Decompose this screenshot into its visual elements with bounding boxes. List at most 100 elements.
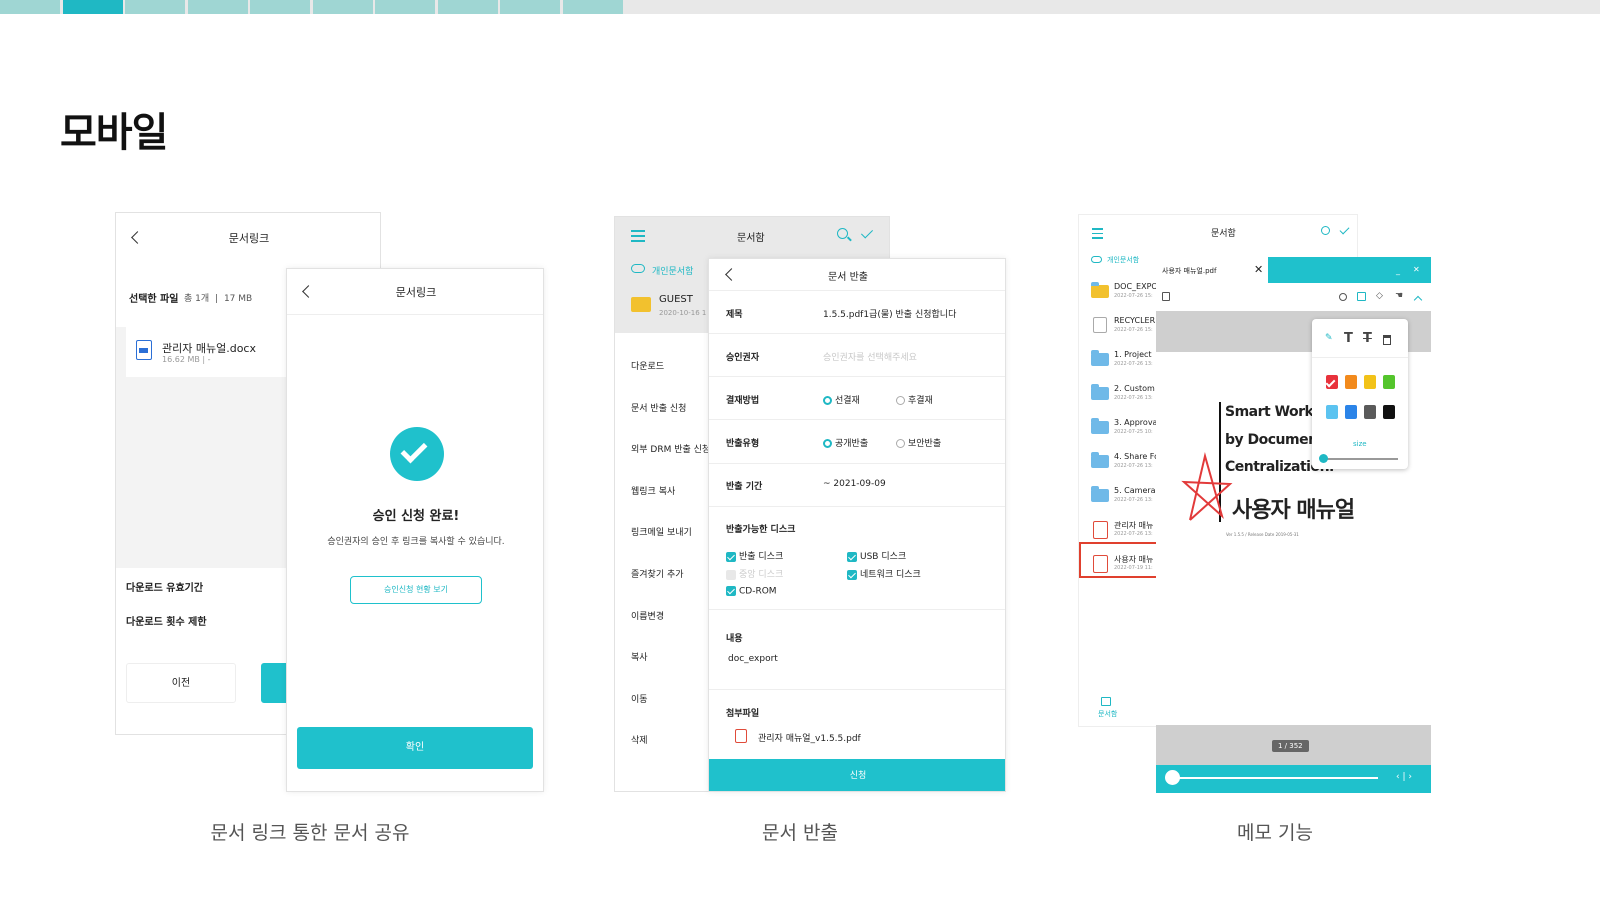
hand-icon[interactable]: ☚ [1395,291,1403,301]
confirm-button[interactable]: 확인 [297,727,533,769]
nav-personal-docbox[interactable]: 개인문서함 [1107,255,1139,265]
export-form-screen: 문서 반출 제목 1.5.5.pdf1급(물) 반출 신청합니다 승인권자 승인… [708,258,1006,792]
color-swatch[interactable] [1364,405,1376,419]
hamburger-icon[interactable] [631,230,645,242]
list-item-name[interactable]: 관리자 매뉴 [1114,520,1153,531]
hamburger-icon[interactable] [1092,228,1103,239]
close-icon[interactable]: ✕ [1413,265,1420,274]
folder-icon [1091,350,1109,366]
docbox-tab-icon[interactable] [1101,697,1111,706]
folder-icon [1091,486,1109,502]
size-slider-track[interactable] [1322,458,1398,460]
doclink-front-screen: 문서링크 승인 신청 완료! 승인권자의 승인 후 링크를 복사할 수 있습니다… [286,268,544,792]
slide-progress-bar [0,0,1600,14]
prev-button[interactable]: 이전 [126,663,236,703]
color-swatch[interactable] [1345,405,1357,419]
color-swatch[interactable] [1345,375,1357,389]
checkbox-checked-icon [847,551,857,562]
disk-central[interactable]: 중앙 디스크 [726,567,783,580]
list-item-name[interactable]: 5. Camera [1114,486,1156,495]
folder-icon [1091,418,1109,434]
guest-name: GUEST [659,294,693,305]
list-item-name[interactable]: 2. Custom [1114,384,1155,393]
disk-usb[interactable]: USB 디스크 [847,549,906,562]
type-option-secure[interactable]: 보안반출 [896,436,941,449]
selected-count: 총 1개 [184,294,210,304]
menu-item[interactable]: 외부 DRM 반출 신청 [631,442,710,455]
menu-item[interactable]: 이름변경 [631,609,664,622]
content-label: 내용 [726,634,743,644]
progress-segment [125,0,185,14]
close-tab-icon[interactable]: ✕ [1254,263,1263,276]
nav-personal-docbox[interactable]: 개인문서함 [652,264,693,277]
attach-label: 첨부파일 [726,709,760,719]
menu-item[interactable]: 웹링크 복사 [631,484,675,497]
memo-edit-icon[interactable] [1357,292,1366,301]
list-item-name[interactable]: 1. Project [1114,350,1152,359]
title-value[interactable]: 1.5.5.pdf1급(물) 반출 신청합니다 [823,307,956,320]
attach-file-name[interactable]: 관리자 매뉴얼_v1.5.5.pdf [758,731,861,744]
disk-label: 반출가능한 디스크 [726,525,796,535]
menu-item[interactable]: 즐겨찾기 추가 [631,567,684,580]
content-value[interactable]: doc_export [728,654,778,664]
docx-file-icon [136,340,152,360]
list-item-name[interactable]: RECYCLER [1114,316,1155,325]
handwritten-star-annotation [1181,452,1233,521]
delete-tool-icon[interactable] [1383,335,1391,345]
caption-export: 문서 반출 [762,822,838,844]
color-swatch[interactable] [1326,405,1338,419]
search-icon[interactable] [1339,293,1347,301]
guest-date: 2020-10-16 1 [659,309,707,317]
cloud-icon [1091,256,1102,263]
bottom-tab-docbox[interactable]: 문서함 [1098,709,1117,719]
disk-cdrom[interactable]: CD-ROM [726,586,777,597]
color-swatch[interactable] [1383,375,1395,389]
search-icon[interactable] [1321,226,1330,235]
eraser-icon[interactable]: ◇ [1376,291,1383,301]
checkbox-disabled-icon [726,569,736,580]
period-value[interactable]: ~ 2021-09-09 [823,479,886,489]
type-option-public[interactable]: 공개반출 [823,436,868,449]
strike-tool-icon[interactable]: T [1363,331,1372,346]
list-item-date: 2022-07-25 10: [1114,429,1153,435]
radio-icon [896,439,905,448]
size-slider-thumb[interactable] [1319,454,1328,463]
menu-item[interactable]: 삭제 [631,733,648,746]
save-icon[interactable] [1162,292,1170,301]
color-swatch[interactable] [1364,375,1376,389]
checkbox-checked-icon [726,551,736,562]
approver-input[interactable]: 승인권자를 선택해주세요 [823,350,917,363]
page-nav-icon[interactable]: ‹ | › [1396,772,1412,782]
submit-button[interactable]: 신청 [709,759,1005,791]
menu-item[interactable]: 복사 [631,650,648,663]
pay-option-post[interactable]: 후결재 [896,393,933,406]
list-item-date: 2022-07-26 13: [1114,395,1153,401]
color-swatch[interactable] [1383,405,1395,419]
file-meta: 16.62 MB | - [162,355,211,364]
menu-item[interactable]: 문서 반출 신청 [631,401,686,414]
check-icon[interactable] [1339,224,1350,235]
pen-tool-icon[interactable]: ✎ [1325,333,1333,343]
page-scrub-track[interactable] [1172,777,1378,779]
page-scrub-thumb[interactable] [1165,770,1180,785]
menu-item[interactable]: 다운로드 [631,359,664,372]
pay-option-pre[interactable]: 선결재 [823,393,860,406]
list-item-date: 2022-07-26 13: [1114,497,1153,503]
minimize-icon[interactable]: _ [1396,266,1400,275]
list-item-name[interactable]: 3. Approval [1114,418,1160,427]
view-status-button[interactable]: 승인신청 현황 보기 [350,576,482,604]
menu-item[interactable]: 이동 [631,692,648,705]
caption-doclink: 문서 링크 통한 문서 공유 [210,822,410,844]
search-icon[interactable] [837,228,852,242]
done-title: 승인 신청 완료! [372,509,460,524]
progress-segment [375,0,435,14]
menu-item[interactable]: 링크메일 보내기 [631,525,692,538]
app-header: 문서함 [1211,229,1236,239]
list-item-name[interactable]: 4. Share Fol [1114,452,1161,461]
list-item-name[interactable]: DOC_EXPO [1114,282,1158,291]
text-tool-icon[interactable]: T [1344,331,1353,346]
list-item-date: 2022-07-26 15: [1114,327,1153,333]
disk-network[interactable]: 네트워크 디스크 [847,567,921,580]
progress-segment [500,0,560,14]
disk-export[interactable]: 반출 디스크 [726,549,783,562]
